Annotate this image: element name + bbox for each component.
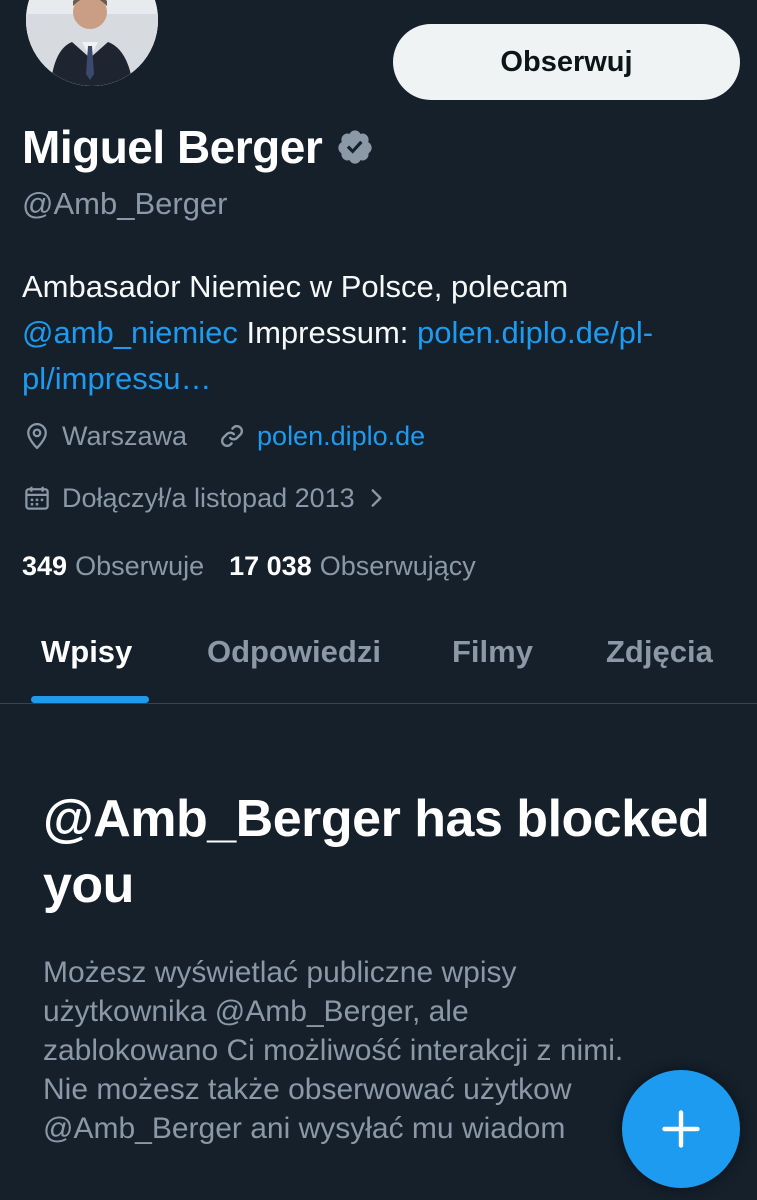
followers-stat[interactable]: 17 038 Obserwujący [229, 548, 476, 584]
location-pin-icon [27, 423, 47, 450]
tab-photos[interactable]: Zdjęcia [606, 632, 713, 672]
compose-button[interactable] [622, 1070, 740, 1188]
follow-stats: 349 Obserwuje 17 038 Obserwujący [22, 548, 476, 584]
tab-posts[interactable]: Wpisy [41, 632, 132, 672]
chevron-right-icon [371, 489, 382, 507]
display-name: Miguel Berger [22, 121, 323, 173]
bio-text: Ambasador Niemiec w Polsce, polecam [22, 269, 569, 304]
verified-badge-icon[interactable] [336, 128, 374, 166]
profile-handle: @Amb_Berger [22, 186, 228, 221]
blocked-title: @Amb_Berger has blocked you [43, 790, 710, 914]
joined-date-row[interactable]: Dołączył/a listopad 2013 [22, 480, 389, 516]
calendar-icon [25, 486, 49, 510]
following-label: Obserwuje [75, 551, 205, 581]
location-text: Warszawa [62, 421, 188, 451]
profile-name-row: Miguel Berger [22, 118, 374, 176]
link-icon [220, 424, 244, 448]
profile-tabs: Wpisy Odpowiedzi Filmy Zdjęcia [0, 610, 757, 704]
plus-icon [662, 1110, 700, 1148]
bio-mention-link[interactable]: @amb_niemiec [22, 315, 238, 350]
profile-bio: Ambasador Niemiec w Polsce, polecam @amb… [22, 264, 732, 402]
joined-text: Dołączył/a listopad 2013 [62, 483, 355, 513]
active-tab-indicator [31, 696, 149, 703]
tab-videos[interactable]: Filmy [452, 632, 533, 672]
followers-label: Obserwujący [319, 551, 476, 581]
followers-count: 17 038 [229, 551, 312, 581]
following-count: 349 [22, 551, 68, 581]
follow-button[interactable]: Obserwuj [393, 24, 740, 100]
bio-text-impressum: Impressum: [237, 315, 417, 350]
profile-meta-row: Warszawa polen.diplo.de [22, 418, 425, 454]
avatar[interactable] [22, 0, 162, 90]
following-stat[interactable]: 349 Obserwuje [22, 548, 204, 584]
tab-replies[interactable]: Odpowiedzi [207, 632, 381, 672]
website-link[interactable]: polen.diplo.de [257, 418, 425, 454]
